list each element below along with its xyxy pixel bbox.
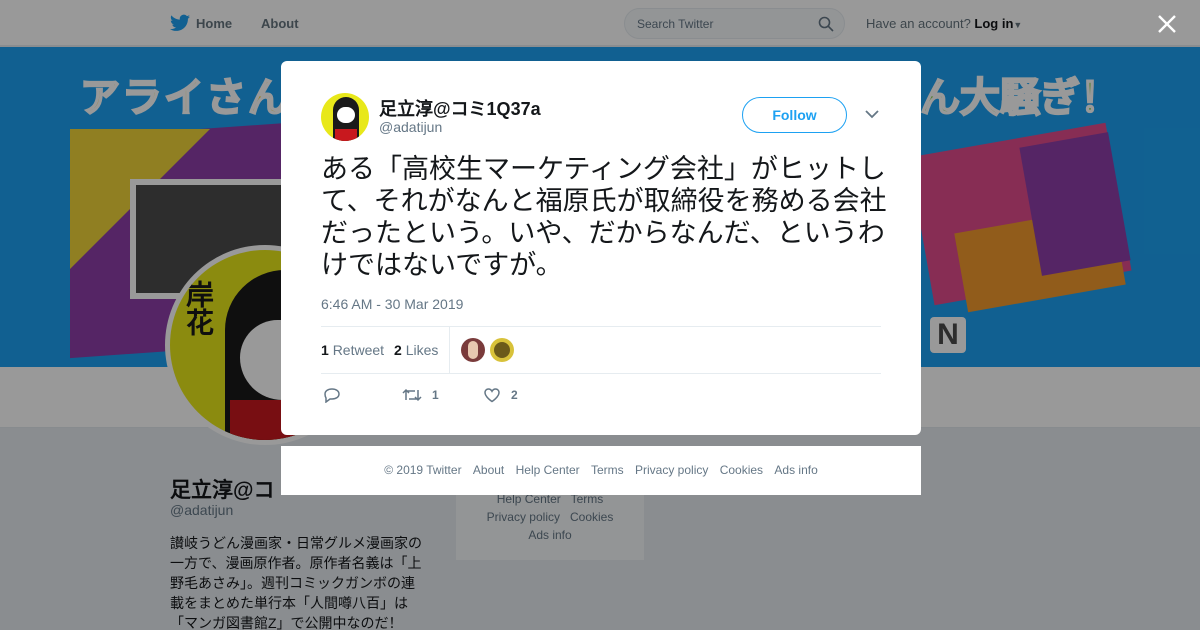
avatar-face xyxy=(337,107,355,123)
tweet-modal: 足立淳@コミ1Q37a @adatijun Follow ある「高校生マーケティ… xyxy=(281,61,921,435)
liker-avatar[interactable] xyxy=(490,338,514,362)
retweet-action-count: 1 xyxy=(432,388,439,402)
retweet-stat[interactable]: 1 Retweet xyxy=(321,342,384,358)
reply-action[interactable] xyxy=(323,387,341,403)
avatar-collar xyxy=(335,129,357,141)
retweet-label: Retweet xyxy=(332,342,385,358)
retweet-count: 1 xyxy=(321,342,329,358)
tweet-author-handle[interactable]: @adatijun xyxy=(379,119,442,135)
retweet-icon[interactable] xyxy=(402,387,422,403)
reply-icon[interactable] xyxy=(323,387,341,403)
tweet-stats: 1 Retweet 2 Likes xyxy=(321,326,881,374)
footer-link[interactable]: About xyxy=(473,463,504,477)
footer-link[interactable]: Ads info xyxy=(774,463,817,477)
heart-icon[interactable] xyxy=(483,387,501,403)
like-action[interactable]: 2 xyxy=(483,387,518,403)
chevron-down-icon[interactable] xyxy=(865,109,879,119)
footer-link[interactable]: Privacy policy xyxy=(635,463,708,477)
retweet-action[interactable]: 1 xyxy=(402,387,439,403)
tweet-text: ある「高校生マーケティング会社」がヒットして、それがなんと福原氏が取締役を務める… xyxy=(321,154,887,280)
footer-copyright: © 2019 Twitter xyxy=(384,463,462,477)
tweet-avatar[interactable] xyxy=(321,93,369,141)
tweet-author-name[interactable]: 足立淳@コミ1Q37a xyxy=(379,95,541,121)
footer-link[interactable]: Help Center xyxy=(516,463,580,477)
liker-avatar[interactable] xyxy=(461,338,485,362)
footer-link[interactable]: Cookies xyxy=(720,463,763,477)
footer-link[interactable]: Terms xyxy=(591,463,624,477)
tweet-timestamp[interactable]: 6:46 AM - 30 Mar 2019 xyxy=(321,296,463,312)
likes-count: 2 xyxy=(394,342,402,358)
stats-divider xyxy=(449,327,450,373)
follow-button[interactable]: Follow xyxy=(742,97,847,133)
like-action-count: 2 xyxy=(511,388,518,402)
likes-label: Likes xyxy=(405,342,439,358)
close-icon[interactable] xyxy=(1155,12,1179,36)
footer: © 2019 Twitter About Help Center Terms P… xyxy=(281,446,921,495)
likes-stat[interactable]: 2 Likes xyxy=(394,342,438,358)
